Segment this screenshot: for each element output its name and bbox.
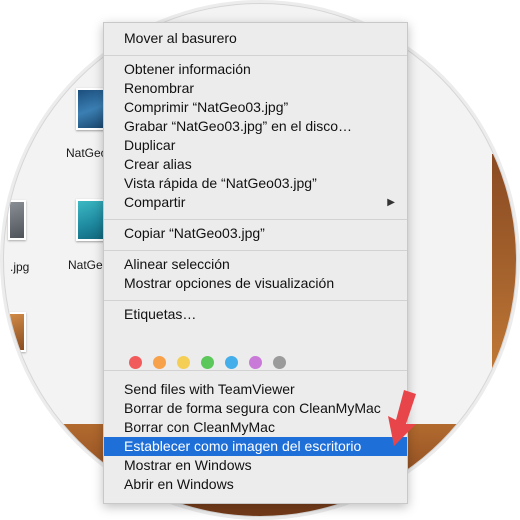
- menu-item-make-alias[interactable]: Crear alias: [104, 155, 407, 174]
- tag-dot-green[interactable]: [201, 356, 214, 369]
- menu-item-copy[interactable]: Copiar “NatGeo03.jpg”: [104, 224, 407, 243]
- image-file-icon[interactable]: [8, 312, 26, 352]
- file-label[interactable]: .jpg: [10, 260, 29, 274]
- tag-dot-yellow[interactable]: [177, 356, 190, 369]
- menu-item-open-in-windows[interactable]: Abrir en Windows: [104, 475, 407, 494]
- menu-item-compress[interactable]: Comprimir “NatGeo03.jpg”: [104, 98, 407, 117]
- menu-separator: [104, 219, 407, 220]
- menu-item-rename[interactable]: Renombrar: [104, 79, 407, 98]
- file-label[interactable]: NatGeo: [66, 146, 107, 160]
- menu-item-quick-look[interactable]: Vista rápida de “NatGeo03.jpg”: [104, 174, 407, 193]
- menu-item-share[interactable]: Compartir ▶: [104, 193, 407, 212]
- tag-dot-red[interactable]: [129, 356, 142, 369]
- context-menu: Mover al basurero Obtener información Re…: [103, 22, 408, 504]
- menu-item-set-desktop-picture[interactable]: Establecer como imagen del escritorio: [104, 437, 407, 456]
- submenu-arrow-icon: ▶: [387, 197, 395, 208]
- menu-item-duplicate[interactable]: Duplicar: [104, 136, 407, 155]
- menu-item-move-to-trash[interactable]: Mover al basurero: [104, 29, 407, 48]
- menu-item-share-label: Compartir: [124, 194, 186, 210]
- menu-separator: [104, 55, 407, 56]
- tag-dot-purple[interactable]: [249, 356, 262, 369]
- tag-dot-blue[interactable]: [225, 356, 238, 369]
- menu-item-clean-up-selection[interactable]: Alinear selección: [104, 255, 407, 274]
- tag-dot-gray[interactable]: [273, 356, 286, 369]
- image-file-icon[interactable]: [8, 200, 26, 240]
- menu-item-show-in-windows[interactable]: Mostrar en Windows: [104, 456, 407, 475]
- menu-item-burn-to-disc[interactable]: Grabar “NatGeo03.jpg” en el disco…: [104, 117, 407, 136]
- menu-separator: [104, 250, 407, 251]
- tag-dot-orange[interactable]: [153, 356, 166, 369]
- menu-item-get-info[interactable]: Obtener información: [104, 60, 407, 79]
- menu-item-send-teamviewer[interactable]: Send files with TeamViewer: [104, 380, 407, 399]
- menu-separator: [104, 300, 407, 301]
- menu-separator: [104, 370, 407, 371]
- menu-item-show-view-options[interactable]: Mostrar opciones de visualización: [104, 274, 407, 293]
- menu-item-secure-erase-cleanmymac[interactable]: Borrar de forma segura con CleanMyMac: [104, 399, 407, 418]
- menu-item-tags[interactable]: Etiquetas…: [104, 305, 407, 324]
- menu-item-erase-cleanmymac[interactable]: Borrar con CleanMyMac: [104, 418, 407, 437]
- annotation-arrow-icon: [388, 390, 416, 446]
